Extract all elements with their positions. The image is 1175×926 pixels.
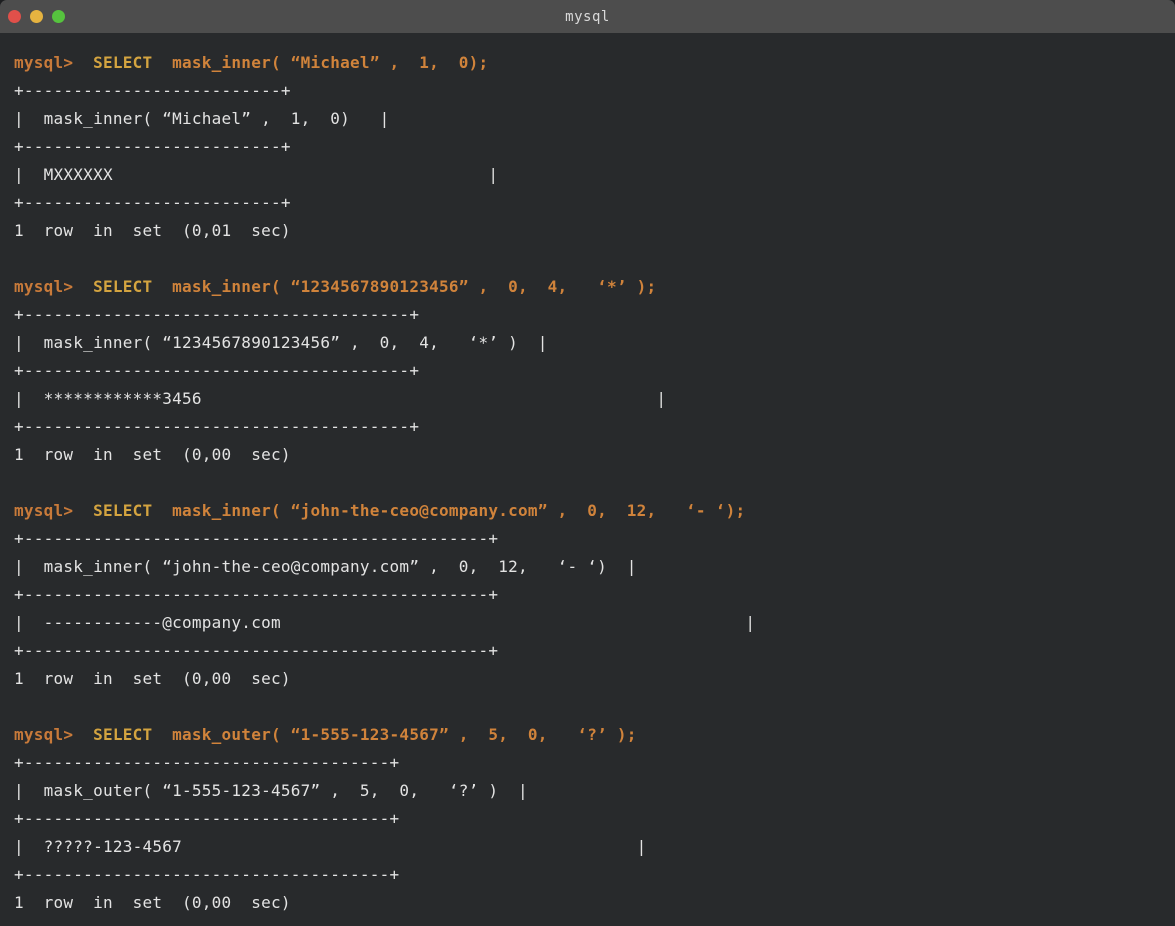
status-line: 1 row in set (0,00 sec) [14,665,1175,693]
query-block-2: mysql> SELECT mask_inner( “1234567890123… [14,273,1175,469]
status-line: 1 row in set (0,01 sec) [14,217,1175,245]
table-border: +---------------------------------------… [14,357,1175,385]
query-block-1: mysql> SELECT mask_inner( “Michael” , 1,… [14,49,1175,245]
table-header-row: | mask_inner( “Michael” , 1, 0) | [14,105,1175,133]
minimize-button[interactable] [30,10,43,23]
sql-keyword: SELECT [93,53,172,72]
table-result-row: | ************3456 | [14,385,1175,413]
zoom-button[interactable] [52,10,65,23]
mysql-prompt: mysql> [14,501,93,520]
window-titlebar[interactable]: mysql [0,0,1175,33]
prompt-line: mysql> SELECT mask_inner( “Michael” , 1,… [14,49,1175,77]
table-border: +-------------------------------------+ [14,749,1175,777]
sql-keyword: SELECT [93,501,172,520]
query-block-4: mysql> SELECT mask_outer( “1-555-123-456… [14,721,1175,917]
prompt-line: mysql> SELECT mask_inner( “john-the-ceo@… [14,497,1175,525]
table-border: +---------------------------------------… [14,525,1175,553]
sql-query-text: mask_inner( “1234567890123456” , 0, 4, ‘… [172,277,656,296]
table-border: +---------------------------------------… [14,413,1175,441]
status-line: 1 row in set (0,00 sec) [14,889,1175,917]
table-border: +---------------------------------------… [14,301,1175,329]
table-border: +--------------------------+ [14,77,1175,105]
table-border: +---------------------------------------… [14,637,1175,665]
query-block-3: mysql> SELECT mask_inner( “john-the-ceo@… [14,497,1175,693]
table-border: +--------------------------+ [14,189,1175,217]
sql-keyword: SELECT [93,725,172,744]
table-border: +-------------------------------------+ [14,861,1175,889]
window-title: mysql [565,9,610,25]
terminal-window: mysql mysql> SELECT mask_inner( “Michael… [0,0,1175,926]
table-border: +---------------------------------------… [14,581,1175,609]
terminal-content[interactable]: mysql> SELECT mask_inner( “Michael” , 1,… [0,33,1175,917]
sql-query-text: mask_inner( “Michael” , 1, 0); [172,53,488,72]
sql-query-text: mask_inner( “john-the-ceo@company.com” ,… [172,501,745,520]
prompt-line: mysql> SELECT mask_inner( “1234567890123… [14,273,1175,301]
table-header-row: | mask_outer( “1-555-123-4567” , 5, 0, ‘… [14,777,1175,805]
mysql-prompt: mysql> [14,277,93,296]
prompt-line: mysql> SELECT mask_outer( “1-555-123-456… [14,721,1175,749]
table-result-row: | MXXXXXX | [14,161,1175,189]
table-header-row: | mask_inner( “1234567890123456” , 0, 4,… [14,329,1175,357]
table-border: +-------------------------------------+ [14,805,1175,833]
mysql-prompt: mysql> [14,725,93,744]
traffic-lights [8,0,65,33]
close-button[interactable] [8,10,21,23]
table-border: +--------------------------+ [14,133,1175,161]
sql-keyword: SELECT [93,277,172,296]
table-result-row: | ------------@company.com | [14,609,1175,637]
table-header-row: | mask_inner( “john-the-ceo@company.com”… [14,553,1175,581]
mysql-prompt: mysql> [14,53,93,72]
status-line: 1 row in set (0,00 sec) [14,441,1175,469]
sql-query-text: mask_outer( “1-555-123-4567” , 5, 0, ‘?’… [172,725,637,744]
table-result-row: | ?????-123-4567 | [14,833,1175,861]
